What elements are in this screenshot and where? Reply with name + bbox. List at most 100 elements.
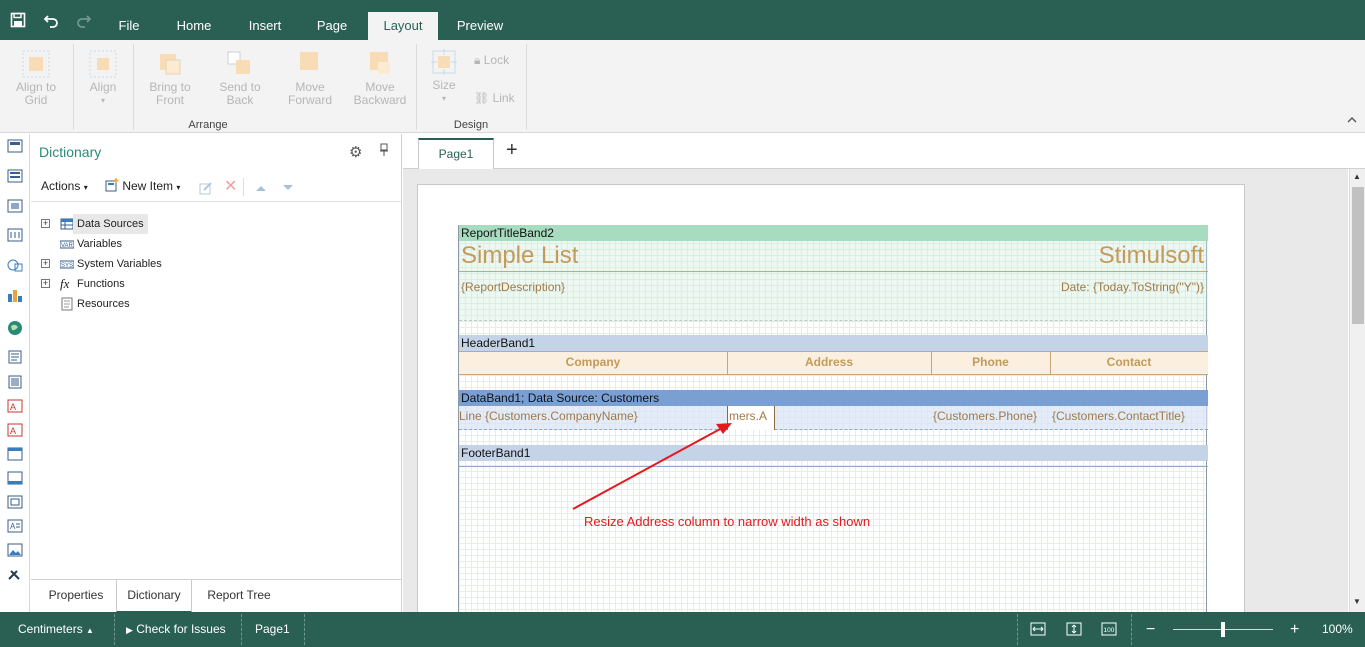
edit-icon[interactable] — [199, 181, 213, 198]
contact-title-cell[interactable]: {Customers.ContactTitle} — [1052, 409, 1202, 423]
actions-dropdown[interactable]: Actions ▾ — [41, 179, 88, 193]
tab-insert[interactable]: Insert — [240, 0, 290, 40]
report-title-band-icon[interactable] — [7, 139, 23, 153]
scroll-down-icon[interactable]: ▼ — [1353, 597, 1361, 606]
chevron-up-icon: ▲ — [86, 626, 94, 635]
charts-icon[interactable] — [7, 288, 23, 302]
tab-preview[interactable]: Preview — [448, 0, 512, 40]
zoom-level: 100% — [1322, 622, 1353, 636]
company-name-cell[interactable]: {Customers.CompanyName} — [485, 409, 725, 423]
redo-icon[interactable] — [74, 10, 94, 30]
status-separator — [114, 614, 115, 645]
tools-icon[interactable] — [7, 567, 23, 581]
page-tabs: Page1 + — [403, 134, 1365, 169]
brand-text[interactable]: Stimulsoft — [1099, 242, 1204, 270]
report-canvas[interactable]: ReportTitleBand2 Simple List Stimulsoft … — [403, 169, 1348, 612]
scroll-up-icon[interactable]: ▲ — [1353, 172, 1361, 181]
tab-page1[interactable]: Page1 — [418, 138, 494, 169]
tab-layout[interactable]: Layout — [368, 12, 438, 40]
data-band-label[interactable]: DataBand1; Data Source: Customers — [459, 390, 1208, 406]
svg-text:VAR: VAR — [61, 243, 74, 249]
move-forward-button[interactable]: Move Forward — [282, 46, 338, 107]
move-backward-label-2: Backward — [353, 93, 407, 107]
size-button[interactable]: Size ▾ — [424, 46, 464, 105]
address-cell-text[interactable]: mers.A — [729, 409, 773, 423]
lock-button[interactable]: 🔒︎ Lock — [474, 54, 524, 67]
bring-to-front-button[interactable]: Bring to Front — [142, 46, 198, 107]
tab-file[interactable]: File — [108, 0, 150, 40]
image-icon[interactable] — [7, 543, 23, 557]
svg-text:100: 100 — [1104, 627, 1115, 634]
move-up-icon[interactable] — [255, 182, 267, 196]
header-contact[interactable]: Contact — [1050, 355, 1208, 369]
header-company[interactable]: Company — [459, 355, 727, 369]
table-icon[interactable]: A — [7, 519, 23, 533]
gear-icon[interactable]: ⚙ — [349, 143, 362, 161]
header-address[interactable]: Address — [727, 355, 931, 369]
link-button[interactable]: ⛓ Link — [474, 92, 524, 105]
cross-bands-icon[interactable] — [7, 199, 23, 213]
vertical-scrollbar[interactable]: ▲ ▼ — [1349, 169, 1365, 612]
panel-icon[interactable] — [7, 447, 23, 461]
check-for-issues-button[interactable]: ▶ Check for Issues — [126, 612, 226, 647]
date-expression[interactable]: Date: {Today.ToString("Y")} — [1061, 280, 1204, 294]
header-phone[interactable]: Phone — [931, 355, 1050, 369]
zoom-in-button[interactable]: + — [1290, 612, 1299, 647]
tab-dictionary[interactable]: Dictionary — [116, 580, 192, 613]
zoom-slider-thumb[interactable] — [1221, 622, 1225, 637]
collapse-ribbon-icon[interactable] — [1347, 116, 1357, 127]
subreport-icon[interactable] — [7, 495, 23, 509]
save-icon[interactable] — [8, 10, 28, 30]
add-page-button[interactable]: + — [506, 139, 518, 162]
move-backward-button[interactable]: Move Backward — [350, 46, 410, 107]
tab-page[interactable]: Page — [308, 0, 356, 40]
tab-report-tree[interactable]: Report Tree — [197, 580, 281, 613]
component-toolbar: A A A — [0, 134, 30, 612]
phone-cell[interactable]: {Customers.Phone} — [933, 409, 1049, 423]
image-text-icon[interactable]: A — [7, 423, 23, 437]
bands-icon[interactable] — [7, 169, 23, 183]
components-icon[interactable] — [7, 228, 23, 242]
report-title-band-header[interactable]: ReportTitleBand2 — [459, 225, 1208, 241]
zoom-100-icon[interactable]: 100 — [1101, 622, 1117, 638]
title-underline — [459, 271, 1208, 272]
align-to-grid-button[interactable]: Align to Grid — [8, 46, 64, 107]
pin-icon[interactable] — [379, 143, 389, 160]
report-page[interactable]: ReportTitleBand2 Simple List Stimulsoft … — [417, 184, 1245, 612]
shapes-icon[interactable] — [7, 258, 23, 272]
undo-icon[interactable] — [41, 10, 61, 30]
text-icon[interactable] — [7, 350, 23, 364]
scrollbar-thumb[interactable] — [1352, 187, 1364, 324]
dictionary-panel: Dictionary ⚙ Actions ▾ New Item ▾ ✕ + Da… — [31, 134, 402, 613]
align-label: Align — [89, 80, 117, 94]
footer-band[interactable] — [459, 461, 1208, 467]
expand-icon[interactable]: + — [41, 279, 50, 288]
report-title-text[interactable]: Simple List — [461, 242, 578, 270]
footer-icon[interactable] — [7, 471, 23, 485]
fit-width-icon[interactable] — [1030, 622, 1046, 638]
line-number-cell[interactable]: Line — [459, 409, 483, 423]
system-variables-icon: SYS — [59, 257, 75, 271]
fit-page-icon[interactable] — [1066, 622, 1082, 638]
text-in-cells-icon[interactable]: A — [7, 399, 23, 413]
maps-icon[interactable] — [7, 320, 23, 335]
expand-icon[interactable]: + — [41, 219, 50, 228]
units-dropdown[interactable]: Centimeters ▲ — [18, 612, 94, 647]
delete-icon[interactable]: ✕ — [224, 179, 237, 195]
zoom-out-button[interactable]: − — [1146, 612, 1155, 647]
tab-properties[interactable]: Properties — [35, 580, 117, 613]
align-button[interactable]: Align ▾ — [78, 46, 128, 107]
panel-title: Dictionary — [39, 144, 102, 160]
tree-item-label: Resources — [77, 298, 130, 310]
new-item-dropdown[interactable]: New Item ▾ — [105, 178, 180, 193]
send-to-back-button[interactable]: Send to Back — [212, 46, 268, 107]
header-band-label[interactable]: HeaderBand1 — [459, 335, 1208, 351]
expand-icon[interactable]: + — [41, 259, 50, 268]
rich-text-icon[interactable] — [7, 375, 23, 389]
chevron-down-icon: ▾ — [83, 183, 88, 192]
move-down-icon[interactable] — [282, 182, 294, 196]
tab-home[interactable]: Home — [168, 0, 220, 40]
report-description[interactable]: {ReportDescription} — [461, 280, 565, 294]
footer-band-label[interactable]: FooterBand1 — [459, 445, 1208, 461]
svg-text:SYS: SYS — [61, 263, 73, 269]
